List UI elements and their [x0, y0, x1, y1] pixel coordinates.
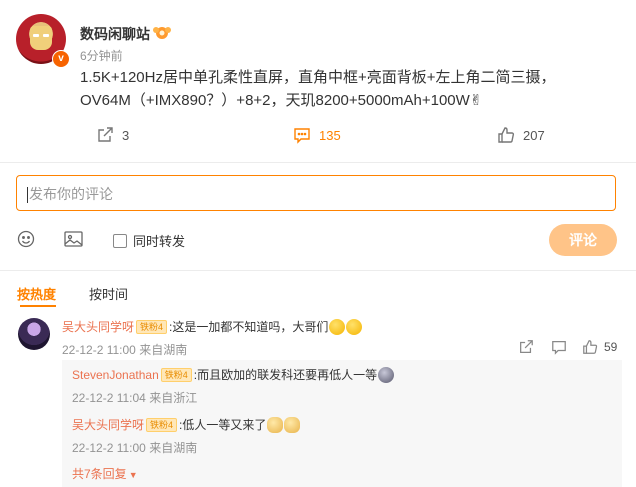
- reply-text: :低人一等又来了: [179, 418, 267, 432]
- text-caret: [27, 187, 28, 204]
- sad-emoji-icon: [378, 366, 395, 383]
- comment-time: 22-12-2 11:00: [62, 343, 136, 357]
- reply-time: 22-12-2 11:04: [72, 391, 146, 405]
- comment-count: 135: [319, 127, 341, 143]
- comment-line: 吴大头同学呀 铁粉4:这是一加都不知道吗，大哥们: [62, 318, 363, 336]
- reply-time: 22-12-2 11:00: [72, 441, 146, 455]
- reply-location: 来自浙江: [149, 391, 198, 405]
- comment-like-button[interactable]: 59: [582, 339, 617, 355]
- author-name[interactable]: 数码闲聊站: [80, 24, 150, 44]
- repost-icon: [96, 126, 114, 144]
- more-replies-label: 共7条回复: [72, 467, 127, 481]
- divider: [0, 162, 636, 163]
- reply-text: :而且欧加的联发科还要再低人一等: [193, 368, 378, 382]
- like-button[interactable]: 207: [497, 126, 545, 144]
- comment-location: 来自湖南: [139, 343, 188, 357]
- doge-emoji-icon: [284, 416, 301, 433]
- like-count: 207: [523, 127, 545, 143]
- sort-by-hot-tab[interactable]: 按热度: [17, 284, 56, 303]
- fan-badge[interactable]: 铁粉4: [160, 367, 192, 382]
- comment-input[interactable]: 发布你的评论: [16, 175, 616, 211]
- honor-badge-icon: [152, 24, 172, 43]
- post-text: 1.5K+120Hz居中单孔柔性直屏，直角中框+亮面背板+左上角二简三摄，OV6…: [80, 69, 556, 109]
- divider: [0, 270, 636, 271]
- reply-meta: 22-12-2 11:00 来自湖南: [72, 439, 197, 456]
- comment-placeholder: 发布你的评论: [29, 186, 113, 202]
- commenter-avatar[interactable]: [18, 318, 50, 350]
- comment-meta: 22-12-2 11:00 来自湖南: [62, 341, 187, 358]
- also-repost-option[interactable]: 同时转发: [113, 231, 185, 250]
- submit-comment-button[interactable]: 评论: [549, 224, 617, 256]
- comment-button[interactable]: 135: [293, 126, 341, 144]
- comment-like-count: 59: [604, 340, 618, 354]
- reply-icon[interactable]: [551, 339, 567, 360]
- more-replies-link[interactable]: 共7条回复 ▼: [72, 465, 138, 482]
- active-tab-indicator: [20, 305, 56, 307]
- post-time[interactable]: 6分钟前: [80, 47, 123, 64]
- reply-line: 吴大头同学呀 铁粉4:低人一等又来了: [72, 416, 301, 434]
- repost-button[interactable]: 3: [96, 126, 129, 144]
- laughing-emoji-icon: [346, 318, 363, 335]
- fan-badge[interactable]: 铁粉4: [146, 417, 178, 432]
- reply-location: 来自湖南: [149, 441, 198, 455]
- reply-user-name[interactable]: 吴大头同学呀: [72, 418, 144, 432]
- avatar-eye: [43, 34, 49, 37]
- fan-badge[interactable]: 铁粉4: [136, 319, 168, 334]
- avatar-face: [30, 26, 52, 50]
- sort-by-time-tab[interactable]: 按时间: [89, 284, 128, 303]
- image-icon[interactable]: [64, 230, 83, 253]
- reply-user-name[interactable]: StevenJonathan: [72, 368, 159, 382]
- avatar-eye: [33, 34, 39, 37]
- doge-emoji-icon: [267, 416, 284, 433]
- repost-count: 3: [122, 127, 130, 143]
- caret-down-icon: ▼: [128, 470, 138, 480]
- also-repost-label: 同时转发: [133, 234, 186, 249]
- commenter-name[interactable]: 吴大头同学呀: [62, 320, 134, 334]
- thumbs-up-icon: [497, 126, 515, 144]
- reply-meta: 22-12-2 11:04 来自浙江: [72, 389, 197, 406]
- verified-badge-icon: v: [52, 50, 70, 68]
- thumbs-up-icon: [582, 339, 598, 355]
- comment-icon: [293, 126, 311, 144]
- reply-line: StevenJonathan 铁粉4:而且欧加的联发科还要再低人一等: [72, 366, 395, 384]
- comment-text: :这是一加都不知道吗，大哥们: [169, 320, 329, 334]
- emoji-icon[interactable]: [17, 230, 35, 253]
- also-repost-checkbox[interactable]: [113, 233, 127, 248]
- share-icon[interactable]: [518, 339, 534, 360]
- laughing-emoji-icon: [329, 318, 346, 335]
